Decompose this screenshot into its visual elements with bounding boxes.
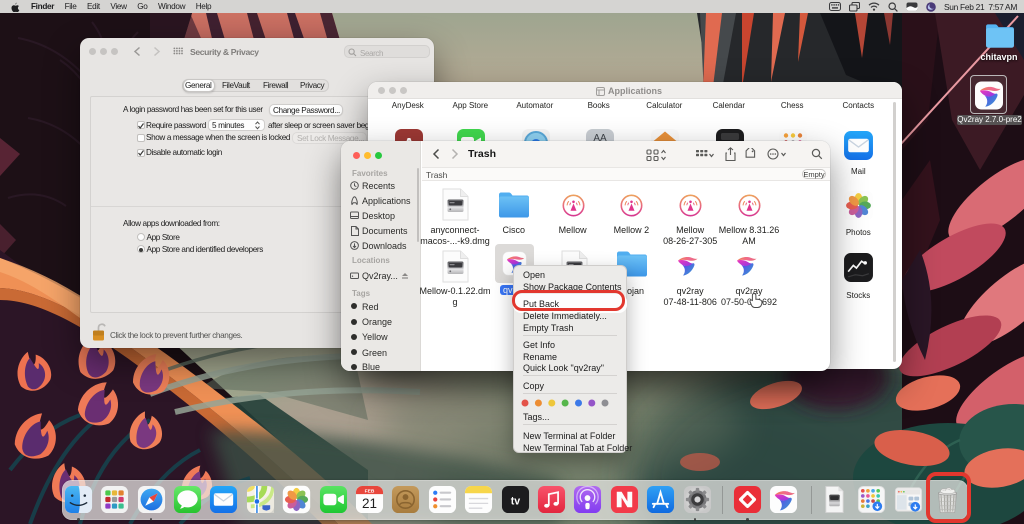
svg-text:tv: tv <box>510 495 520 507</box>
svg-text:21: 21 <box>362 496 377 511</box>
svg-text:FEB: FEB <box>365 488 375 494</box>
